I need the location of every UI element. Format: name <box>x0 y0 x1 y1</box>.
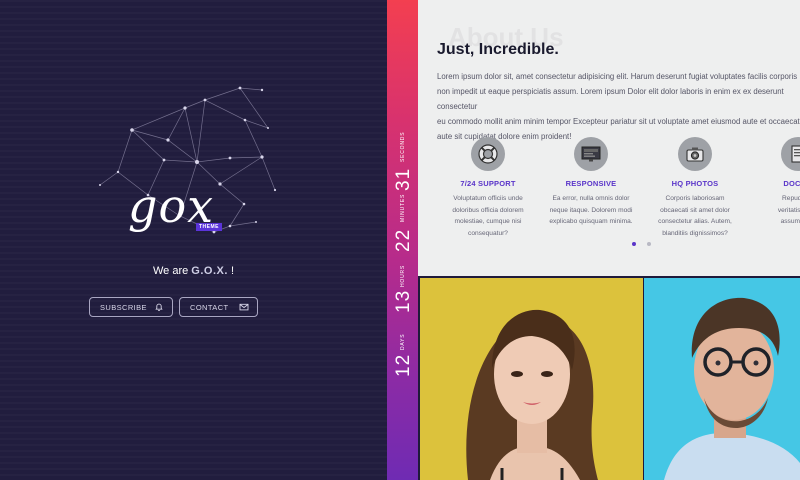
paragraph-line: non impedit ut eaque perspiciatis assum.… <box>437 87 784 111</box>
feature-line: doloribus officia dolorem <box>452 206 524 214</box>
feature-line: consequatur? <box>468 229 508 237</box>
feature-title: RESPONSIVE <box>565 179 617 188</box>
envelope-icon <box>239 303 249 311</box>
tagline: We are G.O.X. ! <box>0 265 387 277</box>
countdown-unit: SECONDS <box>400 131 406 162</box>
contact-button[interactable]: CONTACT <box>179 297 258 317</box>
tagline-brand: G.O.X. <box>191 265 228 277</box>
feature-line: neque itaque. Dolorem modi <box>549 206 633 214</box>
feature-line: blanditiis dignissimos? <box>662 229 728 237</box>
feature-photos: HQ PHOTOS Corporis laboriosam obcaecati … <box>643 137 747 239</box>
carousel-dot[interactable] <box>647 242 651 246</box>
feature-line: Corporis laboriosam <box>665 195 725 202</box>
feature-title: HQ PHOTOS <box>671 179 719 188</box>
about-section: About Us Just, Incredible. Lorem ipsum d… <box>418 0 800 276</box>
feature-line: Voluptatum officiis unde <box>453 195 523 202</box>
woman-portrait <box>466 309 598 480</box>
tagline-suffix: ! <box>227 265 235 277</box>
countdown-value: 22 <box>393 228 414 252</box>
feature-line: Repudiand <box>782 195 800 202</box>
feature-line: obcaecati sit amet dolor <box>660 206 730 214</box>
contact-label: CONTACT <box>190 302 229 312</box>
monitor-icon <box>574 137 608 171</box>
carousel-dot-active[interactable] <box>632 242 636 246</box>
man-portrait <box>664 297 800 480</box>
feature-description: Voluptatum officiis unde doloribus offic… <box>436 193 540 239</box>
feature-title: DOCUM <box>783 179 800 188</box>
feature-title: 7/24 SUPPORT <box>460 179 516 188</box>
countdown-value: 12 <box>393 353 414 377</box>
subscribe-button[interactable]: SUBSCRIBE <box>89 297 173 317</box>
camera-icon <box>678 137 712 171</box>
paragraph-line: Lorem ipsum dolor sit, amet consectetur … <box>437 72 798 81</box>
feature-line: molestiae, cumque nisi <box>454 218 522 225</box>
feature-description: Repudiand veritatis culpa assumEnda <box>746 193 800 228</box>
countdown-value: 13 <box>393 289 414 313</box>
carousel-dots <box>632 242 651 246</box>
logo: gox THEME <box>128 176 238 246</box>
feature-line: consectetur alias. Autem, <box>658 218 732 225</box>
feature-documentation: DOCUM Repudiand veritatis culpa assumEnd… <box>746 137 800 228</box>
countdown-strip: 31 SECONDS 22 MINUTES 13 HOURS 12 DAYS <box>387 0 418 480</box>
lifebuoy-icon <box>471 137 505 171</box>
feature-line: veritatis culpa <box>777 206 800 214</box>
feature-description: Ea error, nulla omnis dolor neque itaque… <box>539 193 643 228</box>
countdown-unit: HOURS <box>400 264 406 287</box>
feature-description: Corporis laboriosam obcaecati sit amet d… <box>643 193 747 239</box>
feature-responsive: RESPONSIVE Ea error, nulla omnis dolor n… <box>539 137 643 228</box>
team-photo-man <box>644 278 800 480</box>
feature-support: 7/24 SUPPORT Voluptatum officiis unde do… <box>436 137 540 239</box>
countdown-unit: DAYS <box>400 333 406 350</box>
feature-line: Ea error, nulla omnis dolor <box>552 195 630 202</box>
countdown-unit: MINUTES <box>400 193 406 222</box>
subscribe-label: SUBSCRIBE <box>100 302 147 312</box>
about-heading: Just, Incredible. <box>437 41 559 58</box>
feature-line: assumEnda <box>780 218 800 225</box>
tagline-prefix: We are <box>152 265 192 277</box>
bell-icon <box>155 303 163 312</box>
document-icon <box>781 137 800 171</box>
countdown-value: 31 <box>393 167 414 191</box>
team-photo-woman <box>420 278 643 480</box>
logo-badge: THEME <box>196 223 222 231</box>
hero-section: gox THEME We are G.O.X. ! SUBSCRIBE CONT… <box>0 0 387 480</box>
paragraph-line: eu commodo mollit anim minim tempor Exce… <box>437 117 800 126</box>
about-paragraph: Lorem ipsum dolor sit, amet consectetur … <box>437 69 800 144</box>
feature-line: explicabo quisquam minima. <box>549 218 633 225</box>
